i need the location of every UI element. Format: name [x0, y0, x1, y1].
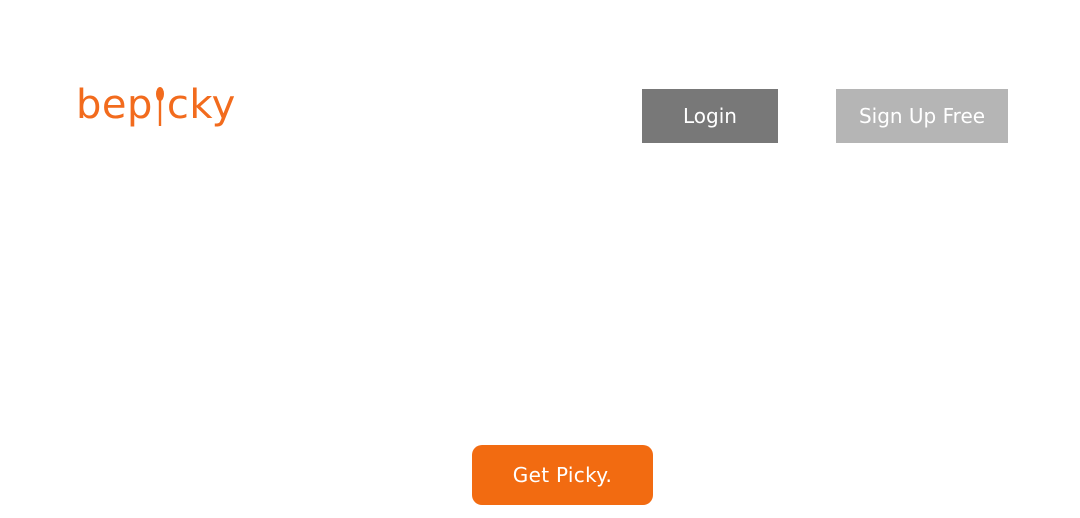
signup-button-label: Sign Up Free	[858, 104, 986, 128]
logo-text-suffix: cky	[166, 82, 236, 128]
spoon-icon	[155, 86, 165, 126]
login-button-label: Login	[683, 104, 737, 128]
signup-button[interactable]: Sign Up Free	[836, 89, 1008, 143]
logo-text-prefix: bep	[76, 82, 153, 128]
login-button[interactable]: Login	[642, 89, 778, 143]
get-picky-button-label: Get Picky.	[512, 463, 613, 487]
get-picky-button[interactable]: Get Picky.	[472, 445, 653, 505]
bepicky-logo[interactable]: bep cky	[76, 78, 236, 132]
